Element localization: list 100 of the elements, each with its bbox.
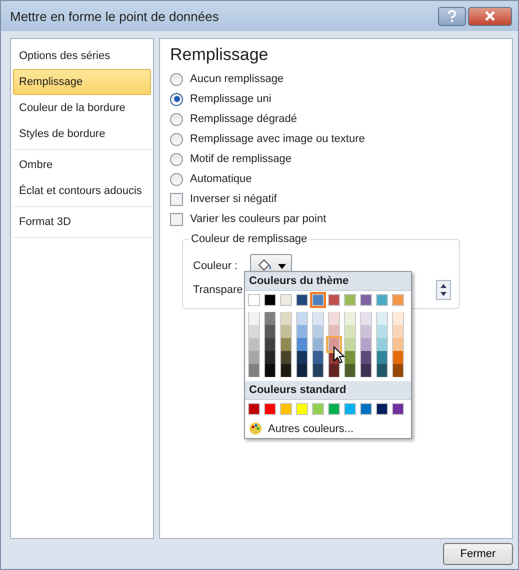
color-swatch[interactable] (360, 364, 372, 377)
color-swatch[interactable] (376, 338, 388, 351)
option-label: Motif de remplissage (190, 153, 292, 165)
color-swatch[interactable] (248, 351, 260, 364)
sidebar-item[interactable]: Options des séries (13, 43, 151, 69)
color-swatch[interactable] (344, 312, 356, 325)
color-swatch[interactable] (296, 325, 308, 338)
close-button[interactable]: Fermer (443, 543, 513, 565)
color-swatch[interactable] (264, 338, 276, 351)
color-swatch[interactable] (248, 312, 260, 325)
color-swatch[interactable] (296, 364, 308, 377)
color-swatch[interactable] (392, 312, 404, 325)
color-swatch[interactable] (392, 338, 404, 351)
color-swatch[interactable] (376, 325, 388, 338)
color-swatch[interactable] (264, 351, 276, 364)
color-swatch[interactable] (296, 351, 308, 364)
color-swatch[interactable] (280, 364, 292, 377)
checkbox[interactable] (170, 192, 183, 206)
group-title: Couleur de remplissage (189, 233, 310, 245)
color-swatch[interactable] (248, 294, 260, 306)
color-swatch[interactable] (248, 338, 260, 351)
color-swatch[interactable] (344, 351, 356, 364)
color-swatch[interactable] (392, 351, 404, 364)
color-swatch[interactable] (328, 294, 340, 306)
color-swatch[interactable] (344, 294, 356, 306)
color-swatch[interactable] (280, 403, 292, 415)
sidebar-item[interactable]: Format 3D (13, 209, 151, 235)
option-label: Aucun remplissage (190, 73, 284, 85)
color-swatch[interactable] (312, 312, 324, 325)
close-button[interactable] (468, 6, 512, 26)
up-down-arrows-icon (440, 282, 447, 298)
section-heading: Remplissage (170, 45, 270, 65)
color-swatch[interactable] (296, 312, 308, 325)
color-swatch[interactable] (328, 338, 340, 351)
color-swatch[interactable] (376, 312, 388, 325)
sidebar-item[interactable]: Éclat et contours adoucis (13, 178, 151, 204)
option-label: Remplissage dégradé (190, 113, 298, 125)
transparency-label: Transpare (193, 284, 243, 296)
option-label: Varier les couleurs par point (190, 213, 326, 225)
caret-icon (278, 264, 286, 268)
color-swatch[interactable] (392, 403, 404, 415)
color-swatch[interactable] (312, 294, 324, 306)
color-swatch[interactable] (280, 312, 292, 325)
color-swatch[interactable] (248, 364, 260, 377)
color-swatch[interactable] (376, 351, 388, 364)
color-swatch[interactable] (280, 351, 292, 364)
color-swatch[interactable] (392, 325, 404, 338)
color-swatch[interactable] (296, 338, 308, 351)
color-swatch[interactable] (248, 325, 260, 338)
color-swatch[interactable] (280, 294, 292, 306)
color-swatch[interactable] (376, 403, 388, 415)
color-swatch[interactable] (264, 364, 276, 377)
color-swatch[interactable] (312, 351, 324, 364)
sidebar-item[interactable]: Styles de bordure (13, 121, 151, 147)
color-swatch[interactable] (360, 325, 372, 338)
radio-button[interactable] (170, 112, 183, 126)
color-swatch[interactable] (312, 364, 324, 377)
color-swatch[interactable] (360, 338, 372, 351)
sidebar-item[interactable]: Remplissage (13, 69, 151, 95)
color-swatch[interactable] (312, 325, 324, 338)
color-swatch[interactable] (264, 403, 276, 415)
color-swatch[interactable] (312, 338, 324, 351)
color-swatch[interactable] (392, 364, 404, 377)
checkbox[interactable] (170, 212, 183, 226)
color-swatch[interactable] (344, 403, 356, 415)
radio-button[interactable] (170, 72, 183, 86)
color-swatch[interactable] (296, 403, 308, 415)
color-swatch[interactable] (328, 364, 340, 377)
color-swatch[interactable] (344, 338, 356, 351)
color-swatch[interactable] (280, 325, 292, 338)
color-swatch[interactable] (376, 364, 388, 377)
color-swatch[interactable] (264, 312, 276, 325)
color-swatch[interactable] (296, 294, 308, 306)
radio-button[interactable] (170, 172, 183, 186)
color-swatch[interactable] (280, 338, 292, 351)
spinner-control[interactable] (436, 280, 451, 300)
color-swatch[interactable] (360, 403, 372, 415)
color-swatch[interactable] (376, 294, 388, 306)
radio-button[interactable] (170, 152, 183, 166)
color-swatch[interactable] (328, 312, 340, 325)
sidebar-item[interactable]: Couleur de la bordure (13, 95, 151, 121)
color-swatch[interactable] (392, 294, 404, 306)
color-swatch[interactable] (328, 403, 340, 415)
color-swatch[interactable] (360, 294, 372, 306)
color-swatch[interactable] (344, 364, 356, 377)
option-label: Inverser si négatif (190, 193, 277, 205)
sidebar-item[interactable]: Ombre (13, 152, 151, 178)
color-swatch[interactable] (248, 403, 260, 415)
color-swatch[interactable] (264, 294, 276, 306)
more-colors-item[interactable]: Autres couleurs... (245, 418, 411, 435)
color-swatch[interactable] (344, 325, 356, 338)
option-label: Remplissage uni (190, 93, 272, 105)
help-button[interactable] (438, 6, 466, 26)
color-swatch[interactable] (264, 325, 276, 338)
color-swatch[interactable] (360, 351, 372, 364)
color-swatch[interactable] (360, 312, 372, 325)
color-swatch[interactable] (312, 403, 324, 415)
option-label: Remplissage avec image ou texture (190, 133, 365, 145)
radio-button[interactable] (170, 132, 183, 146)
radio-button[interactable] (170, 92, 183, 106)
